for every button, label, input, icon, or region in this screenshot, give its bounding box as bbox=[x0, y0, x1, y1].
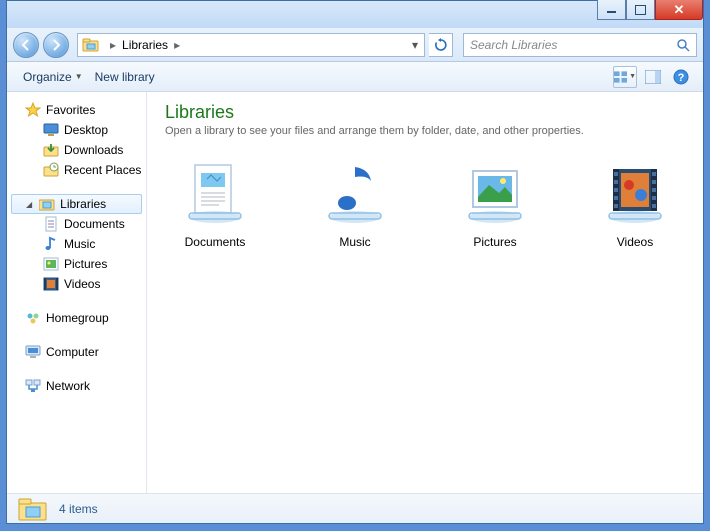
sidebar-item-homegroup[interactable]: Homegroup bbox=[7, 308, 146, 328]
sidebar-item-videos[interactable]: Videos bbox=[7, 274, 146, 294]
help-icon: ? bbox=[673, 69, 689, 85]
status-text: 4 items bbox=[59, 502, 98, 516]
refresh-button[interactable] bbox=[429, 33, 453, 57]
expand-icon: ◢ bbox=[26, 200, 32, 209]
view-button[interactable]: ▼ bbox=[613, 66, 637, 88]
nav-bar: ▸ Libraries ▸ ▾ Search Libraries bbox=[7, 28, 703, 62]
address-dropdown[interactable]: ▾ bbox=[406, 38, 424, 52]
music-label: Music bbox=[64, 237, 95, 251]
help-button[interactable]: ? bbox=[669, 66, 693, 88]
videos-large-icon bbox=[599, 157, 671, 229]
breadcrumb-root[interactable]: Libraries bbox=[122, 38, 168, 52]
desktop-label: Desktop bbox=[64, 123, 108, 137]
downloads-icon bbox=[43, 142, 59, 158]
organize-button[interactable]: Organize ▼ bbox=[17, 67, 89, 87]
documents-large-icon bbox=[179, 157, 251, 229]
library-pictures[interactable]: Pictures bbox=[445, 157, 545, 249]
breadcrumb-sep2[interactable]: ▸ bbox=[168, 38, 186, 52]
music-item-label: Music bbox=[339, 235, 370, 249]
preview-pane-button[interactable] bbox=[641, 66, 665, 88]
pictures-item-label: Pictures bbox=[473, 235, 516, 249]
libraries-label: Libraries bbox=[60, 197, 106, 211]
sidebar-item-music[interactable]: Music bbox=[7, 234, 146, 254]
explorer-window: ▸ Libraries ▸ ▾ Search Libraries Organiz… bbox=[6, 0, 704, 524]
new-library-label: New library bbox=[95, 70, 155, 84]
documents-item-label: Documents bbox=[185, 235, 246, 249]
maximize-button[interactable] bbox=[626, 0, 655, 20]
favorites-label: Favorites bbox=[46, 103, 95, 117]
libraries-header[interactable]: ◢ Libraries bbox=[11, 194, 142, 214]
homegroup-icon bbox=[25, 310, 41, 326]
computer-icon bbox=[25, 344, 41, 360]
sidebar-item-desktop[interactable]: Desktop bbox=[7, 120, 146, 140]
navigation-pane: Favorites Desktop Downloads Recent Place… bbox=[7, 92, 147, 493]
libraries-nav-icon bbox=[39, 196, 55, 212]
recent-icon bbox=[43, 162, 59, 178]
documents-icon bbox=[43, 216, 59, 232]
breadcrumb-sep: ▸ bbox=[104, 38, 122, 52]
status-bar: 4 items bbox=[7, 493, 703, 523]
search-icon bbox=[676, 38, 690, 52]
star-icon bbox=[25, 102, 41, 118]
sidebar-item-documents[interactable]: Documents bbox=[7, 214, 146, 234]
downloads-label: Downloads bbox=[64, 143, 123, 157]
pictures-icon bbox=[43, 256, 59, 272]
search-placeholder: Search Libraries bbox=[470, 38, 557, 52]
close-button[interactable] bbox=[655, 0, 703, 20]
forward-button[interactable] bbox=[43, 32, 69, 58]
recent-label: Recent Places bbox=[64, 163, 141, 177]
sidebar-item-recent[interactable]: Recent Places bbox=[7, 160, 146, 180]
page-subtitle: Open a library to see your files and arr… bbox=[165, 125, 685, 137]
view-icon bbox=[614, 71, 627, 83]
music-large-icon bbox=[319, 157, 391, 229]
videos-item-label: Videos bbox=[617, 235, 653, 249]
network-label: Network bbox=[46, 379, 90, 393]
pictures-label: Pictures bbox=[64, 257, 107, 271]
homegroup-label: Homegroup bbox=[46, 311, 109, 325]
address-bar[interactable]: ▸ Libraries ▸ ▾ bbox=[77, 33, 425, 57]
preview-icon bbox=[645, 70, 661, 84]
back-button[interactable] bbox=[13, 32, 39, 58]
videos-label: Videos bbox=[64, 277, 100, 291]
library-documents[interactable]: Documents bbox=[165, 157, 265, 249]
sidebar-item-pictures[interactable]: Pictures bbox=[7, 254, 146, 274]
network-icon bbox=[25, 378, 41, 394]
content-pane: Libraries Open a library to see your fil… bbox=[147, 92, 703, 493]
status-libraries-icon bbox=[17, 495, 49, 523]
desktop-icon bbox=[43, 122, 59, 138]
computer-label: Computer bbox=[46, 345, 99, 359]
sidebar-item-computer[interactable]: Computer bbox=[7, 342, 146, 362]
favorites-header[interactable]: Favorites bbox=[7, 100, 146, 120]
pictures-large-icon bbox=[459, 157, 531, 229]
sidebar-item-downloads[interactable]: Downloads bbox=[7, 140, 146, 160]
library-music[interactable]: Music bbox=[305, 157, 405, 249]
minimize-button[interactable] bbox=[597, 0, 626, 20]
organize-label: Organize bbox=[23, 70, 72, 84]
sidebar-item-network[interactable]: Network bbox=[7, 376, 146, 396]
new-library-button[interactable]: New library bbox=[89, 67, 161, 87]
command-bar: Organize ▼ New library ▼ ? bbox=[7, 62, 703, 92]
music-icon bbox=[43, 236, 59, 252]
titlebar[interactable] bbox=[7, 1, 703, 28]
search-box[interactable]: Search Libraries bbox=[463, 33, 697, 57]
svg-text:?: ? bbox=[678, 72, 685, 84]
page-title: Libraries bbox=[165, 102, 685, 123]
library-videos[interactable]: Videos bbox=[585, 157, 685, 249]
documents-label: Documents bbox=[64, 217, 125, 231]
videos-icon bbox=[43, 276, 59, 292]
libraries-icon bbox=[80, 34, 102, 56]
